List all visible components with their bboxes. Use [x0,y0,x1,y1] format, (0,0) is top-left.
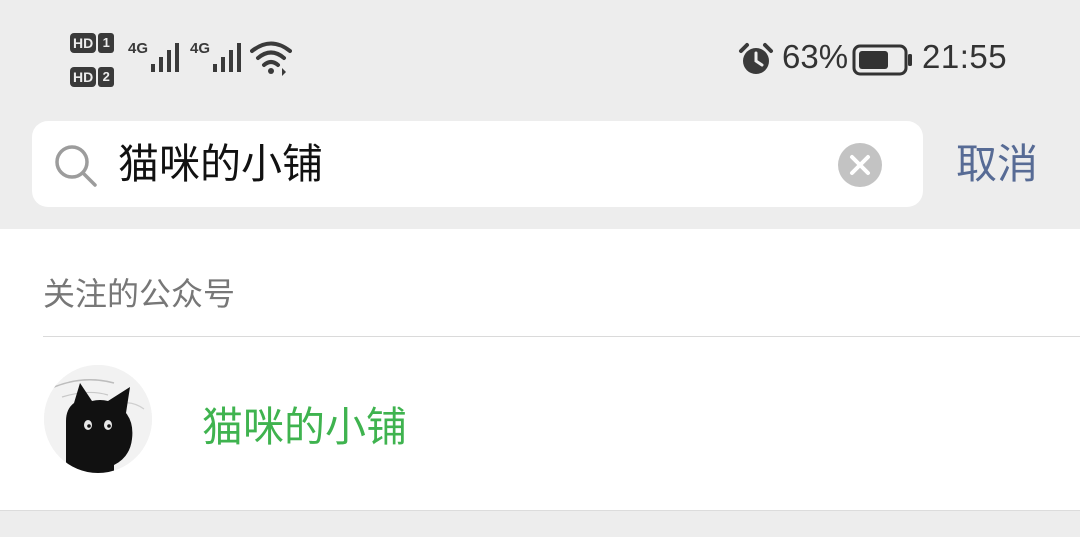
hd-badge: HD [70,67,97,87]
wifi-icon [250,41,292,76]
sim2-number: 2 [98,67,115,87]
result-row[interactable]: 猫咪的小铺 [0,337,1080,510]
battery-icon [852,44,912,76]
cancel-button[interactable]: 取消 [956,132,1038,196]
sim-indicators: HD 1 HD 2 [70,32,120,88]
network-1: 4G [128,40,184,76]
account-name: 猫咪的小铺 [202,403,407,451]
clock: 21:55 [922,38,1008,75]
network-type-label: 4G [190,40,211,57]
signal-icon [151,43,179,72]
status-bar: HD 1 HD 2 4G 4G 63% 21:55 [0,0,1080,118]
hd-sim2-icon: HD 2 [70,66,115,88]
battery-percent: 63% [782,38,849,75]
alarm-icon [739,43,773,74]
clear-icon[interactable] [837,142,883,188]
results-panel: 关注的公众号 猫咪的小铺 [0,229,1080,510]
sim1-number: 1 [98,33,115,53]
search-icon [55,145,97,187]
section-header: 关注的公众号 [43,275,236,313]
hd-badge: HD [70,33,97,53]
cat-avatar-icon [44,365,152,473]
hd-sim1-icon: HD 1 [70,32,115,54]
search-input[interactable] [118,128,818,200]
bottom-divider [0,510,1080,511]
network-type-label: 4G [128,40,149,57]
signal-icon [213,43,241,72]
avatar [44,365,152,473]
network-2: 4G [190,40,246,76]
